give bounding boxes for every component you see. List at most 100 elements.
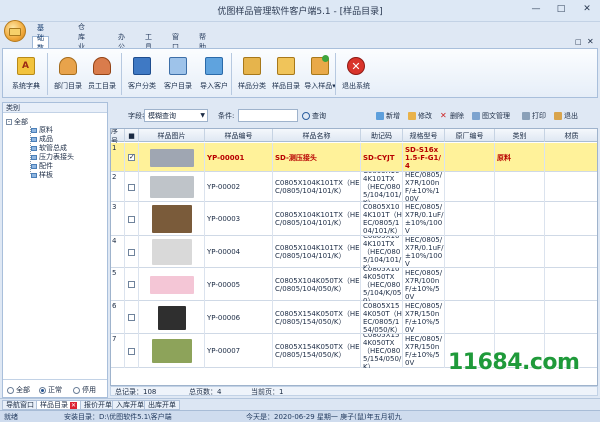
row-checkbox[interactable] <box>128 183 135 191</box>
sample-code: YP-00006 <box>205 301 273 334</box>
col-factory-code[interactable]: 原厂编号 <box>445 129 495 142</box>
sample-image[interactable] <box>150 148 194 167</box>
tab-outbound[interactable]: 出库开单 <box>144 400 180 410</box>
sample-spec: HEC/0805/X7R/150nF/±10%/50V <box>403 301 445 334</box>
tree-root[interactable]: - 全部 <box>6 117 28 127</box>
sample-image[interactable] <box>152 239 192 265</box>
customer-category-button[interactable]: 客户分类 <box>123 55 161 95</box>
sample-code: YP-00003 <box>205 202 273 236</box>
exit-button[interactable]: 退出 <box>554 109 578 122</box>
sample-category-button[interactable]: 样品分类 <box>233 55 271 95</box>
print-button[interactable]: 打印 <box>522 109 546 122</box>
radio-normal[interactable]: 正常 <box>39 385 62 395</box>
sample-code: YP-00004 <box>205 236 273 268</box>
sample-mnemonic: C0805X154K050T（HEC/0805/154/050/K） <box>363 301 403 334</box>
tab-help[interactable]: 帮助 <box>195 33 210 51</box>
col-mnemonic[interactable]: 助记码 <box>361 129 403 142</box>
tab-inbound[interactable]: 入库开单 <box>112 400 148 410</box>
tab-sample-list[interactable]: 样品目录 ✕ <box>36 400 81 410</box>
sample-image[interactable] <box>158 305 186 330</box>
tree-item-template[interactable]: 样板 <box>31 170 53 180</box>
row-checkbox[interactable] <box>128 215 135 223</box>
sample-spec: HEC/0805/X7R/150nF/±10%/50V <box>403 334 445 368</box>
tab-warehouse[interactable]: 仓库业务 <box>74 23 89 61</box>
delete-button[interactable]: ✕ 删除 <box>440 109 464 122</box>
sample-category-icon <box>243 57 261 75</box>
tab-office[interactable]: 办公 <box>114 33 129 51</box>
department-button[interactable]: 部门目录 <box>49 55 87 95</box>
col-no[interactable]: 序号 <box>111 129 125 145</box>
table-row[interactable]: 3 YP-00003 C0805X104K101TX（HEC/0805/104/10… <box>111 202 597 236</box>
radio-disabled[interactable]: 停用 <box>73 385 96 395</box>
row-checkbox[interactable] <box>128 153 135 161</box>
col-code[interactable]: 样品编号 <box>205 129 273 142</box>
collapse-icon[interactable]: - <box>6 119 12 125</box>
chevron-down-icon: ▼ <box>200 112 205 119</box>
sample-spec: HEC/0805/X7R/0.1uF/±10%/100V <box>405 202 445 236</box>
col-spec[interactable]: 规格型号 <box>403 129 445 142</box>
tab-navigation[interactable]: 导航窗口 <box>2 400 38 410</box>
import-sample-icon <box>311 55 329 75</box>
mdi-close-icon[interactable]: ✕ <box>587 37 595 46</box>
maximize-button[interactable]: □ <box>549 0 573 18</box>
sample-name: C0805X104K101TX（HEC/0805/104/101/K） <box>273 202 361 236</box>
status-filter: 全部 正常 停用 <box>3 379 107 397</box>
table-row[interactable]: 2 YP-00002 C0805X104K101TX（HEC/0805/104/10… <box>111 172 597 202</box>
import-sample-button[interactable]: 导入样品▾ <box>301 55 339 95</box>
search-bar: 字段名: 模糊查询 ▼ 条件: 查询 新增 修改 ✕ 删除 图文管理 打印 退出 <box>110 108 598 124</box>
sample-mnemonic: C0805X154K050TX（HEC/0805/154/050/K） <box>363 334 403 368</box>
folder-icon <box>31 127 37 133</box>
row-checkbox[interactable] <box>128 314 135 321</box>
col-check[interactable]: ■ <box>125 129 139 142</box>
close-button[interactable]: ✕ <box>574 0 600 18</box>
field-select[interactable]: 模糊查询 ▼ <box>144 109 208 122</box>
sample-image[interactable] <box>150 176 194 198</box>
sample-list-icon <box>277 57 295 75</box>
row-checkbox[interactable] <box>128 248 135 256</box>
sample-mnemonic: C0805X104K101TX（HEC/0805/104/101/K） <box>363 236 403 268</box>
customer-list-button[interactable]: 客户目录 <box>159 55 197 95</box>
col-image[interactable]: 样品图片 <box>139 129 205 142</box>
radio-all[interactable]: 全部 <box>7 385 30 395</box>
row-checkbox-cell <box>125 172 139 202</box>
import-sample-label: 导入样品▾ <box>304 82 336 90</box>
tab-quote[interactable]: 报价开单 <box>80 400 116 410</box>
import-customer-button[interactable]: 导入客户 <box>195 55 233 95</box>
tab-window[interactable]: 窗口 <box>168 33 183 51</box>
sample-image[interactable] <box>150 275 194 294</box>
row-number-text: 7 <box>112 335 117 343</box>
factory-code <box>445 143 495 172</box>
table-row[interactable]: 1 YP-00001SD-测压接头SD-CYJTSD-S16x1.5-F-G1/4… <box>111 143 597 172</box>
col-category[interactable]: 类别 <box>495 129 545 142</box>
table-row[interactable]: 5 YP-00005 C0805X104K050TX（HEC/0805/104/05… <box>111 268 597 301</box>
import-customer-icon <box>205 57 223 75</box>
employee-button[interactable]: 员工目录 <box>83 55 121 95</box>
ribbon-separator <box>121 53 122 95</box>
edit-button[interactable]: 修改 <box>408 109 432 122</box>
exit-system-button[interactable]: ✕ 退出系统 <box>337 55 375 95</box>
add-button[interactable]: 新增 <box>376 109 400 122</box>
sample-image[interactable] <box>152 205 192 233</box>
row-checkbox[interactable] <box>128 347 135 355</box>
close-tab-icon[interactable]: ✕ <box>70 401 77 409</box>
factory-code <box>445 301 495 334</box>
col-material[interactable]: 材质 <box>545 129 597 142</box>
sample-list-button[interactable]: 样品目录 <box>267 55 305 95</box>
dictionary-button[interactable]: A 系统字典 <box>7 55 45 95</box>
print-icon <box>522 111 530 120</box>
mdi-restore-icon[interactable]: □ <box>575 38 583 46</box>
search-button[interactable]: 查询 <box>302 109 326 122</box>
row-number: 6 <box>111 301 125 334</box>
sample-name: C0805X154K050TX（HEC/0805/154/050/K） <box>273 334 361 368</box>
row-checkbox[interactable] <box>128 281 135 288</box>
condition-input[interactable] <box>238 109 298 122</box>
tab-tools[interactable]: 工具 <box>141 33 156 51</box>
image-manage-button[interactable]: 图文管理 <box>472 109 510 122</box>
col-name[interactable]: 样品名称 <box>273 129 361 142</box>
customer-list-icon <box>169 57 187 75</box>
table-row[interactable]: 6 YP-00006 C0805X154K050TX（HEC/0805/154/05… <box>111 301 597 334</box>
title-bar: 优图样品管理软件客户端5.1 - [样品目录] — □ ✕ <box>0 0 600 22</box>
table-row[interactable]: 4 YP-00004 C0805X104K101TX（HEC/0805/104/10… <box>111 236 597 268</box>
minimize-button[interactable]: — <box>524 0 548 18</box>
sample-image[interactable] <box>152 339 192 363</box>
